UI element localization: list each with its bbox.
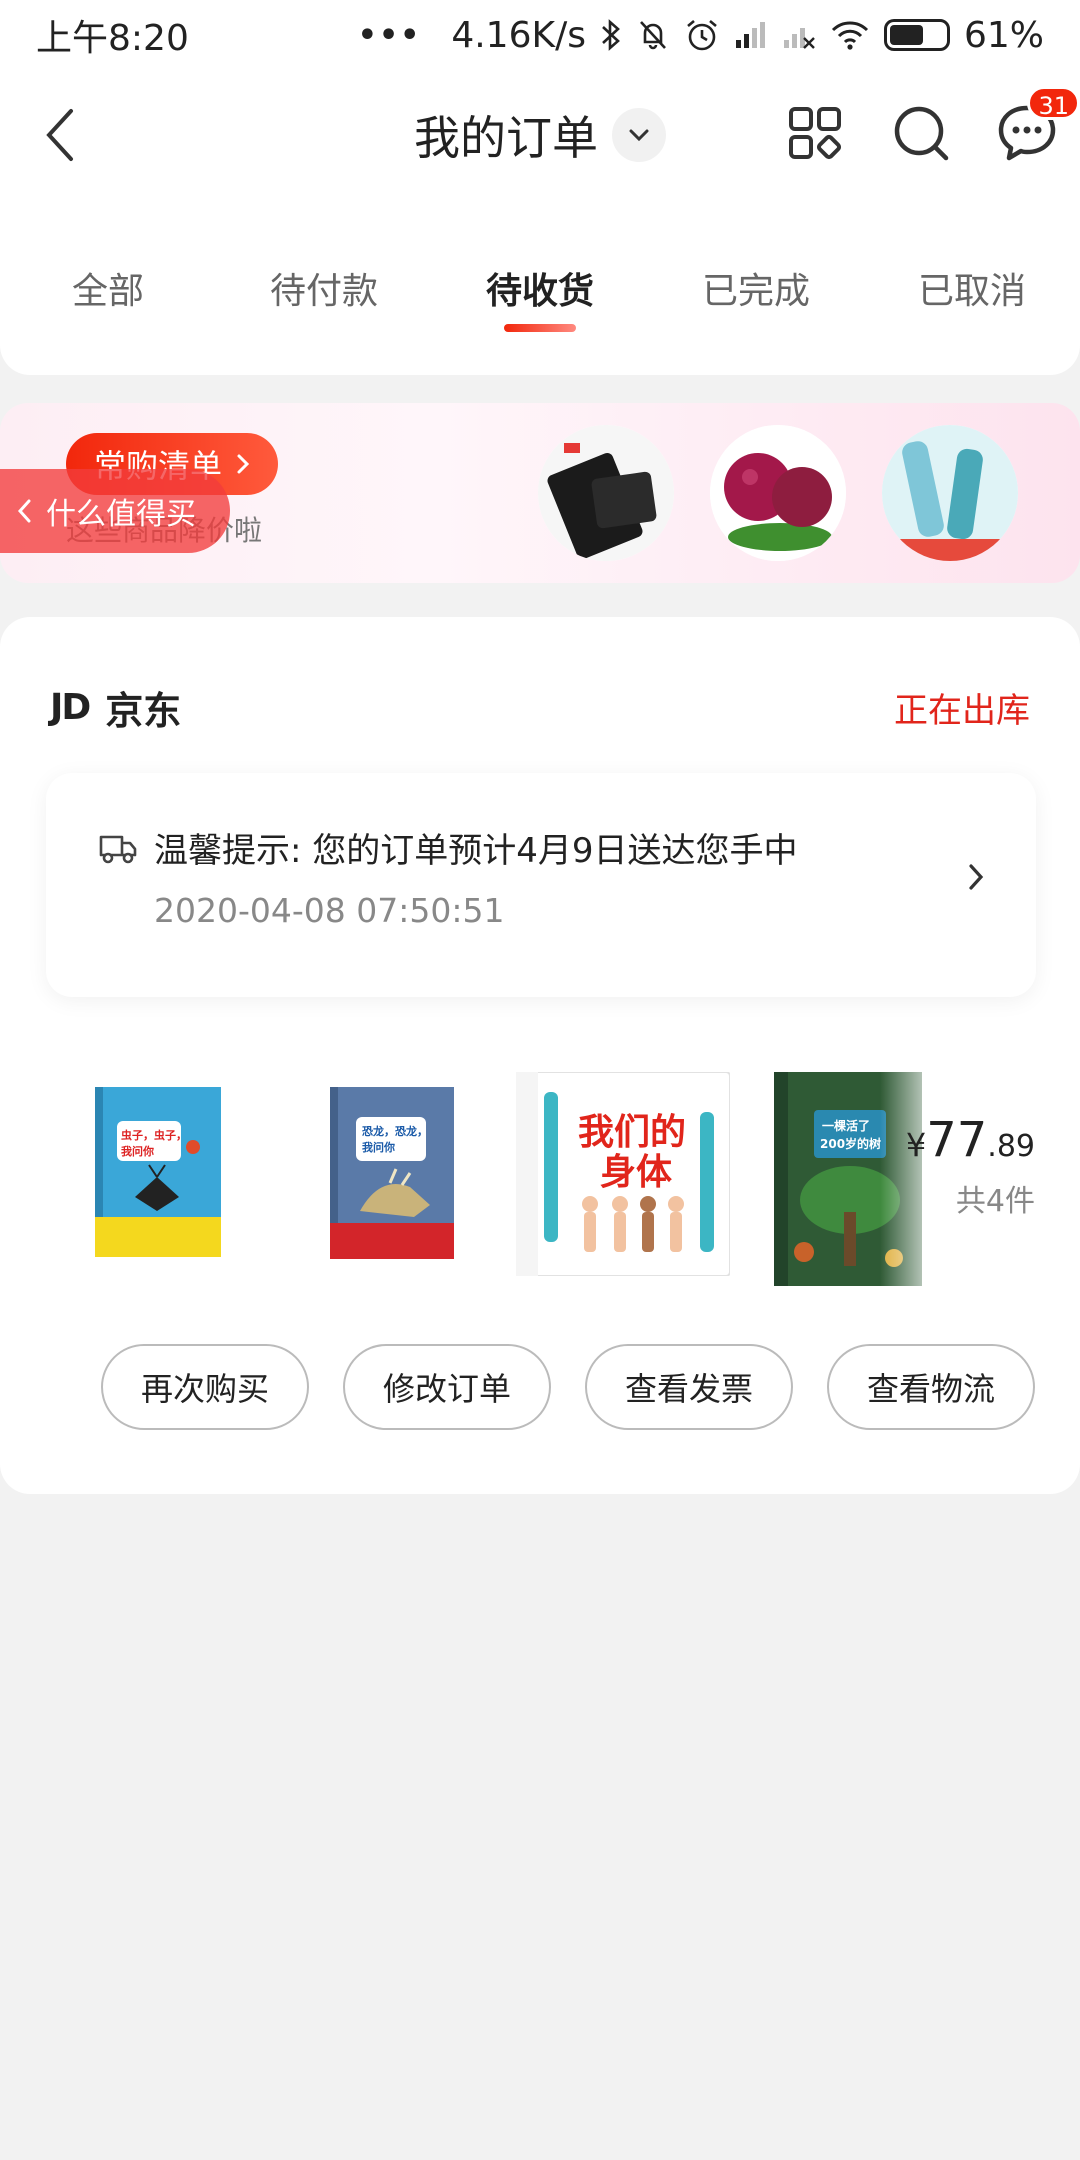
book-cover-our-body: 我们的 身体 — [515, 1071, 731, 1277]
banner-product-trimmer[interactable] — [882, 425, 1018, 561]
svg-text:一棵活了: 一棵活了 — [822, 1118, 870, 1133]
message-button[interactable]: 31 — [992, 86, 1080, 168]
message-badge: 31 — [1027, 86, 1080, 120]
tab-all[interactable]: 全部 — [0, 260, 216, 340]
book-cover-insects: 虫子，虫子， 我问你 — [95, 1087, 221, 1257]
worth-buying-label: 什么值得买 — [46, 497, 196, 532]
alarm-icon — [687, 20, 717, 51]
header: 我的订单 31 全部 待付款 待收货 已完成 已取消 — [0, 70, 1080, 375]
svg-text:我们的: 我们的 — [578, 1112, 686, 1153]
network-speed: 4.16K/s — [451, 14, 586, 56]
svg-text:我问你: 我问你 — [362, 1140, 395, 1154]
product-book-our-body[interactable]: 我们的 身体 — [515, 1071, 731, 1280]
mute-bell-icon — [640, 21, 666, 50]
grid-icon — [789, 107, 842, 160]
delivery-notice-time: 2020-04-08 07:50:51 — [154, 891, 505, 930]
order-price: ¥77.89 — [906, 1112, 1035, 1168]
battery-percent: 61% — [963, 14, 1044, 56]
search-button[interactable] — [886, 98, 956, 168]
price-decimal: .89 — [987, 1129, 1035, 1164]
category-button[interactable] — [780, 98, 850, 168]
order-products[interactable]: 虫子，虫子， 我问你 恐龙，恐龙， 我问你 我们的 身体 一棵活了 200岁的树… — [50, 1052, 1035, 1292]
order-card[interactable]: JD 京东 正在出库 温馨提示: 您的订单预计4月9日送达您手中 2020-04… — [0, 617, 1080, 1494]
order-actions: 再次购买 修改订单 查看发票 查看物流 — [101, 1344, 1035, 1430]
bluetooth-icon — [602, 19, 620, 51]
book-cover-dinosaurs: 恐龙，恐龙， 我问你 — [330, 1087, 454, 1259]
view-invoice-button[interactable]: 查看发票 — [585, 1344, 793, 1430]
product-book-insects[interactable]: 虫子，虫子， 我问你 — [95, 1087, 221, 1261]
search-icon — [894, 106, 949, 161]
chevron-right-icon — [237, 454, 250, 474]
svg-text:200岁的树: 200岁的树 — [820, 1136, 881, 1151]
delivery-notice-text: 温馨提示: 您的订单预计4月9日送达您手中 — [154, 831, 798, 871]
page-title: 我的订单 — [414, 111, 598, 165]
view-logistics-button[interactable]: 查看物流 — [827, 1344, 1035, 1430]
title-dropdown-button[interactable] — [612, 108, 666, 162]
svg-text:虫子，虫子，: 虫子，虫子， — [121, 1128, 187, 1142]
frequent-purchase-banner[interactable]: 常购清单 这些商品降价啦 什么值得买 — [0, 403, 1080, 583]
product-book-dinosaurs[interactable]: 恐龙，恐龙， 我问你 — [330, 1087, 454, 1263]
banner-product-passion-fruit[interactable] — [710, 425, 846, 561]
shop-name: 京东 — [105, 688, 182, 733]
status-time: 上午8:20 — [36, 18, 189, 59]
tab-cancelled[interactable]: 已取消 — [864, 260, 1080, 340]
item-count: 共4件 — [955, 1184, 1035, 1219]
svg-text:我问你: 我问你 — [121, 1144, 154, 1158]
tab-pending-payment[interactable]: 待付款 — [216, 260, 432, 340]
banner-product-socks[interactable] — [538, 425, 674, 561]
jd-logo: JD — [50, 686, 91, 728]
tab-pending-receipt[interactable]: 待收货 — [432, 260, 648, 340]
shop-header[interactable]: JD 京东 正在出库 — [50, 677, 1030, 737]
signal-icon — [735, 22, 765, 48]
delivery-notice[interactable]: 温馨提示: 您的订单预计4月9日送达您手中 2020-04-08 07:50:5… — [46, 773, 1036, 997]
svg-text:恐龙，恐龙，: 恐龙，恐龙， — [362, 1124, 428, 1138]
svg-text:身体: 身体 — [600, 1152, 672, 1193]
price-integer: 77 — [926, 1112, 988, 1168]
order-status: 正在出库 — [894, 690, 1030, 731]
rebuy-button[interactable]: 再次购买 — [101, 1344, 309, 1430]
order-tabs: 全部 待付款 待收货 已完成 已取消 — [0, 260, 1080, 340]
chevron-left-icon — [17, 499, 31, 523]
order-total: ¥77.89 共4件 — [906, 1112, 1035, 1220]
wifi-icon — [831, 21, 869, 50]
chevron-right-icon — [969, 864, 984, 890]
price-currency: ¥ — [905, 1126, 927, 1164]
modify-order-button[interactable]: 修改订单 — [343, 1344, 551, 1430]
tab-completed[interactable]: 已完成 — [648, 260, 864, 340]
signal-off-icon — [783, 28, 815, 49]
socks-image — [538, 425, 674, 561]
battery-icon — [883, 19, 950, 51]
hair-trimmer-image — [882, 425, 1018, 561]
status-bar: 上午8:20 ••• 4.16K/s 61% — [0, 0, 1080, 70]
chevron-down-icon — [629, 129, 649, 142]
passion-fruit-image — [710, 425, 846, 561]
more-dots-icon: ••• — [357, 17, 422, 53]
worth-buying-floating-button[interactable]: 什么值得买 — [0, 469, 230, 553]
delivery-truck-icon — [99, 835, 137, 864]
